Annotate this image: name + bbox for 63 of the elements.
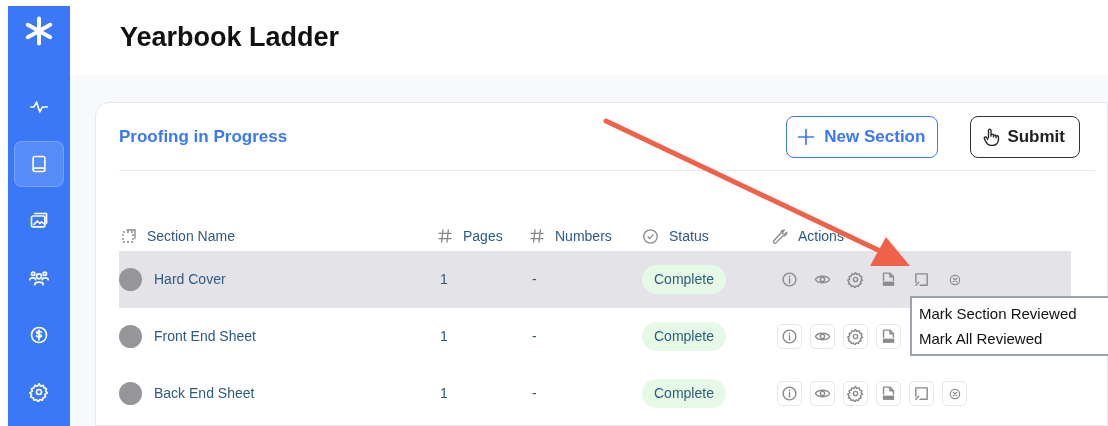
avatar	[119, 268, 142, 291]
avatar	[119, 382, 142, 405]
settings-icon	[847, 328, 864, 345]
pdf-file-icon	[880, 385, 897, 402]
column-header: Numbers	[555, 226, 612, 246]
status-badge: Complete	[642, 322, 726, 351]
section-name[interactable]: Back End Sheet	[154, 383, 255, 404]
sidebar-item[interactable]	[14, 141, 64, 187]
settings-icon	[847, 385, 864, 402]
plus-icon	[796, 126, 817, 147]
status-badge: Complete	[642, 379, 726, 408]
settings-action-button[interactable]	[843, 381, 868, 406]
square-check-action-button[interactable]	[909, 381, 934, 406]
settings-action-button[interactable]	[843, 324, 868, 349]
info-icon	[781, 385, 798, 402]
column-header: Actions	[798, 226, 844, 246]
page-title: Yearbook Ladder	[120, 21, 340, 55]
column-header: Status	[669, 226, 709, 246]
eye-action-button[interactable]	[810, 324, 835, 349]
pdf-file-icon	[880, 328, 897, 345]
cancel-circle-action-button[interactable]	[942, 381, 967, 406]
menu-item[interactable]: Mark All Reviewed	[919, 326, 1108, 351]
hash-icon	[437, 228, 453, 244]
info-action-button[interactable]	[777, 381, 802, 406]
pdf-file-icon	[880, 271, 897, 288]
hash-icon	[529, 228, 545, 244]
info-icon	[781, 328, 798, 345]
pages-cell: 1	[440, 385, 448, 401]
card-title: Proofing in Progress	[119, 125, 289, 148]
pages-cell: 1	[440, 271, 448, 287]
info-icon	[781, 271, 798, 288]
book-icon	[29, 154, 49, 174]
check-circle-icon	[642, 227, 659, 245]
column-header: Section Name	[147, 226, 235, 246]
settings-icon	[847, 271, 864, 288]
cancel-circle-icon	[947, 272, 962, 287]
submit-button[interactable]: Submit	[970, 115, 1080, 158]
dashed-square-icon	[121, 228, 137, 244]
eye-action-button[interactable]	[810, 381, 835, 406]
pdf-file-action-button[interactable]	[876, 381, 901, 406]
section-name[interactable]: Hard Cover	[154, 269, 226, 290]
numbers-cell: -	[532, 271, 537, 287]
dollar-icon	[29, 325, 49, 345]
hand-pointer-icon	[981, 126, 1002, 147]
square-check-icon	[913, 271, 930, 288]
info-action-button[interactable]	[777, 324, 802, 349]
numbers-cell: -	[532, 328, 537, 344]
square-check-icon	[913, 385, 930, 402]
people-icon	[29, 268, 49, 288]
images-icon	[29, 211, 49, 231]
new-section-button[interactable]: New Section	[786, 115, 939, 158]
pages-cell: 1	[440, 328, 448, 344]
numbers-cell: -	[532, 385, 537, 401]
status-badge: Complete	[642, 265, 726, 294]
asterisk-logo	[24, 16, 54, 46]
section-name[interactable]: Front End Sheet	[154, 326, 256, 347]
wrench-icon	[771, 227, 788, 245]
pdf-file-action-button[interactable]	[876, 324, 901, 349]
column-header: Pages	[463, 226, 503, 246]
avatar	[119, 325, 142, 348]
menu-item[interactable]: Mark Section Reviewed	[919, 301, 1108, 326]
settings-icon	[29, 382, 49, 402]
cancel-circle-icon	[947, 386, 962, 401]
